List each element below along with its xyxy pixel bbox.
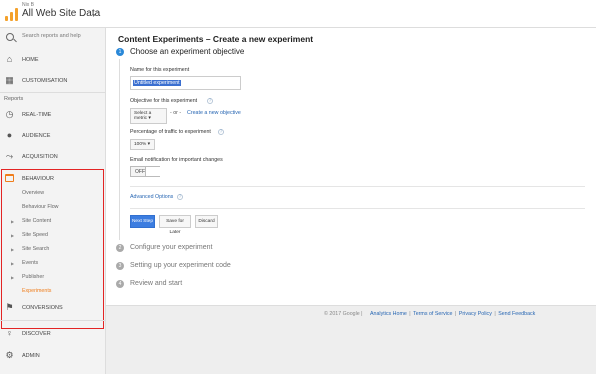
behaviour-item-site-search[interactable]: Site Search (22, 246, 49, 252)
advanced-options-link[interactable]: Advanced Options (130, 194, 173, 200)
behaviour-item-site-speed[interactable]: Site Speed (22, 232, 48, 238)
expand-arrow-icon[interactable]: ▶ (11, 219, 14, 224)
privacy-policy-link[interactable]: Privacy Policy (459, 311, 492, 317)
step-2-indicator: 2 (116, 244, 124, 252)
home-icon: ⌂ (6, 54, 13, 64)
experiment-wizard-card: Content Experiments – Create a new exper… (106, 28, 596, 306)
experiment-name-input[interactable]: Untitled experiment (130, 76, 241, 90)
behaviour-icon (5, 174, 14, 182)
sidebar-item-label: CUSTOMISATION (22, 78, 68, 84)
objective-label: Objective for this experiment (130, 98, 198, 104)
copyright-text: © 2017 Google | (324, 311, 363, 317)
sidebar-item-discover[interactable]: ♀ DISCOVER (0, 324, 106, 344)
step-3-label: Setting up your experiment code (130, 262, 231, 269)
analytics-home-link[interactable]: Analytics Home (370, 311, 407, 317)
sidebar-item-audience[interactable]: ● AUDIENCE (0, 126, 106, 146)
or-separator: - or - (170, 110, 182, 116)
property-view-selector[interactable]: All Web Site Data (22, 8, 100, 19)
main-content: Content Experiments – Create a new exper… (106, 28, 596, 374)
behaviour-item-site-content[interactable]: Site Content (22, 218, 51, 224)
footer-links: Analytics Home | Terms of Service | Priv… (370, 311, 535, 317)
email-notification-label: Email notification for important changes (130, 157, 223, 163)
traffic-select[interactable]: 100% ▾ (130, 139, 155, 150)
reports-section-label: Reports (4, 96, 24, 102)
save-for-later-button[interactable]: Save for Later (159, 215, 191, 235)
top-header: Nix B All Web Site Data ▾ (0, 0, 596, 28)
lightbulb-icon: ♀ (6, 328, 13, 338)
sidebar-item-home[interactable]: ⌂ HOME (0, 50, 106, 70)
discard-button[interactable]: Discard (195, 215, 218, 228)
behaviour-item-behaviour-flow[interactable]: Behaviour Flow (22, 204, 59, 210)
behaviour-item-overview[interactable]: Overview (22, 190, 44, 196)
expand-arrow-icon[interactable]: ▶ (11, 233, 14, 238)
sidebar-item-label: BEHAVIOUR (22, 176, 54, 182)
expand-arrow-icon[interactable]: ▶ (11, 275, 14, 280)
step-3-indicator: 3 (116, 262, 124, 270)
sidebar-item-realtime[interactable]: ◷ REAL-TIME (0, 105, 106, 125)
sidebar-item-label: ADMIN (22, 353, 40, 359)
search-placeholder[interactable]: Search reports and help (22, 33, 81, 39)
page-title: Content Experiments – Create a new exper… (118, 34, 314, 44)
acquisition-icon: ⤳ (5, 151, 14, 161)
sidebar-item-conversions[interactable]: ⚑ CONVERSIONS (0, 298, 106, 318)
expand-arrow-icon[interactable]: ▶ (11, 247, 14, 252)
gear-icon: ⚙ (5, 350, 14, 360)
sidebar-item-label: CONVERSIONS (22, 305, 63, 311)
sidebar-search[interactable]: Search reports and help (0, 28, 106, 48)
footer-separator: | (494, 311, 496, 317)
step-1-label: Choose an experiment objective (130, 47, 245, 56)
sidebar: Search reports and help ⌂ HOME ▦ CUSTOMI… (0, 28, 106, 374)
sidebar-divider (0, 320, 106, 321)
help-icon[interactable]: ? (177, 194, 183, 200)
next-step-button[interactable]: Next Step (130, 215, 155, 228)
expand-arrow-icon[interactable]: ▶ (11, 261, 14, 266)
step-2-label: Configure your experiment (130, 244, 213, 251)
help-icon[interactable]: ? (207, 98, 213, 104)
objective-select[interactable]: Select a metric ▾ (130, 108, 167, 124)
sidebar-item-label: AUDIENCE (22, 133, 51, 139)
chevron-down-icon[interactable]: ▾ (92, 12, 95, 19)
divider (130, 208, 585, 209)
toggle-knob (145, 167, 160, 176)
create-objective-link[interactable]: Create a new objective (187, 110, 241, 116)
step-1-indicator: 1 (116, 48, 124, 56)
sidebar-item-behaviour[interactable]: BEHAVIOUR (2, 170, 102, 188)
terms-of-service-link[interactable]: Terms of Service (413, 311, 452, 317)
sidebar-item-label: ACQUISITION (22, 154, 58, 160)
behaviour-item-publisher[interactable]: Publisher (22, 274, 44, 280)
email-notification-toggle[interactable]: OFF (130, 166, 160, 177)
step-connector-line (119, 59, 120, 240)
behaviour-item-events[interactable]: Events (22, 260, 38, 266)
step-4-indicator: 4 (116, 280, 124, 288)
experiment-name-label: Name for this experiment (130, 67, 190, 73)
sidebar-divider (0, 92, 106, 93)
behaviour-item-experiments[interactable]: Experiments (22, 288, 51, 294)
help-icon[interactable]: ? (218, 129, 224, 135)
person-icon: ● (6, 130, 13, 140)
grid-icon: ▦ (5, 75, 14, 85)
sidebar-item-label: HOME (22, 57, 39, 63)
flag-icon: ⚑ (5, 302, 14, 312)
clock-icon: ◷ (5, 109, 14, 119)
divider (130, 186, 585, 187)
traffic-label: Percentage of traffic to experiment (130, 129, 211, 135)
send-feedback-link[interactable]: Send Feedback (498, 311, 535, 317)
sidebar-item-customisation[interactable]: ▦ CUSTOMISATION (0, 71, 106, 91)
step-4-label: Review and start (130, 280, 183, 287)
sidebar-item-admin[interactable]: ⚙ ADMIN (0, 346, 106, 366)
sidebar-item-label: REAL-TIME (22, 112, 52, 118)
experiment-name-value: Untitled experiment (133, 80, 181, 86)
footer-separator: | (409, 311, 411, 317)
sidebar-item-label: DISCOVER (22, 331, 51, 337)
toggle-state: OFF (135, 169, 145, 175)
search-icon (6, 33, 14, 41)
footer-separator: | (455, 311, 457, 317)
sidebar-item-acquisition[interactable]: ⤳ ACQUISITION (0, 147, 106, 167)
analytics-logo-icon[interactable] (5, 8, 19, 21)
